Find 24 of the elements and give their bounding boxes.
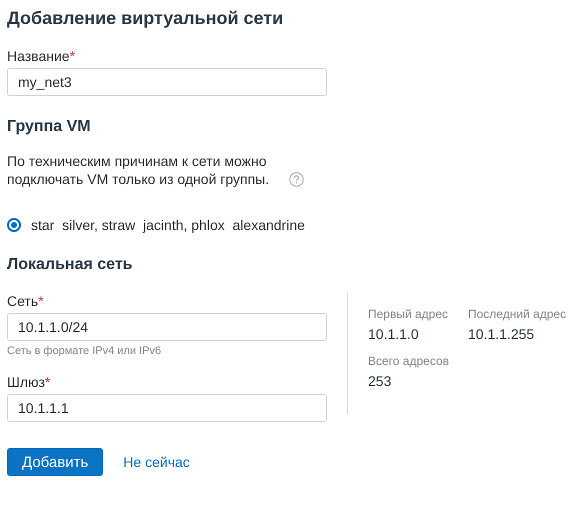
required-mark: *: [70, 48, 76, 64]
stat-value: 253: [368, 372, 392, 390]
stat-label: Всего адресов: [368, 353, 450, 369]
radio-button[interactable]: [7, 218, 21, 232]
required-mark: *: [44, 374, 50, 390]
gateway-field[interactable]: 10.1.1.1: [7, 394, 327, 422]
radio-label: star silver, straw jacinth, phlox alexandrine: [31, 217, 305, 233]
field-label: Сеть: [7, 293, 38, 309]
section-heading: Группа VM: [7, 117, 92, 137]
stat-label: Последний адрес: [468, 306, 568, 322]
stat-value: 10.1.1.255: [468, 325, 536, 343]
stat-value: 10.1.1.0: [368, 325, 420, 343]
section-heading: Локальная сеть: [7, 255, 134, 275]
network-field[interactable]: 10.1.1.0/24: [7, 313, 327, 341]
cancel-link[interactable]: Не сейчас: [109, 454, 204, 470]
field-label: Название: [7, 48, 70, 64]
field-hint: Сеть в формате IPv4 или IPv6: [7, 344, 162, 358]
add-button[interactable]: Добавить: [7, 448, 104, 476]
required-mark: *: [38, 293, 44, 309]
name-field[interactable]: my_net3: [7, 68, 327, 96]
field-label: Шлюз: [7, 374, 45, 390]
page-title: Добавление виртуальной сети: [7, 7, 284, 30]
stat-label: Первый адрес: [368, 306, 450, 322]
note-text: По техническим причинам к сети можно подключать VM только из одной группы.: [7, 152, 270, 188]
